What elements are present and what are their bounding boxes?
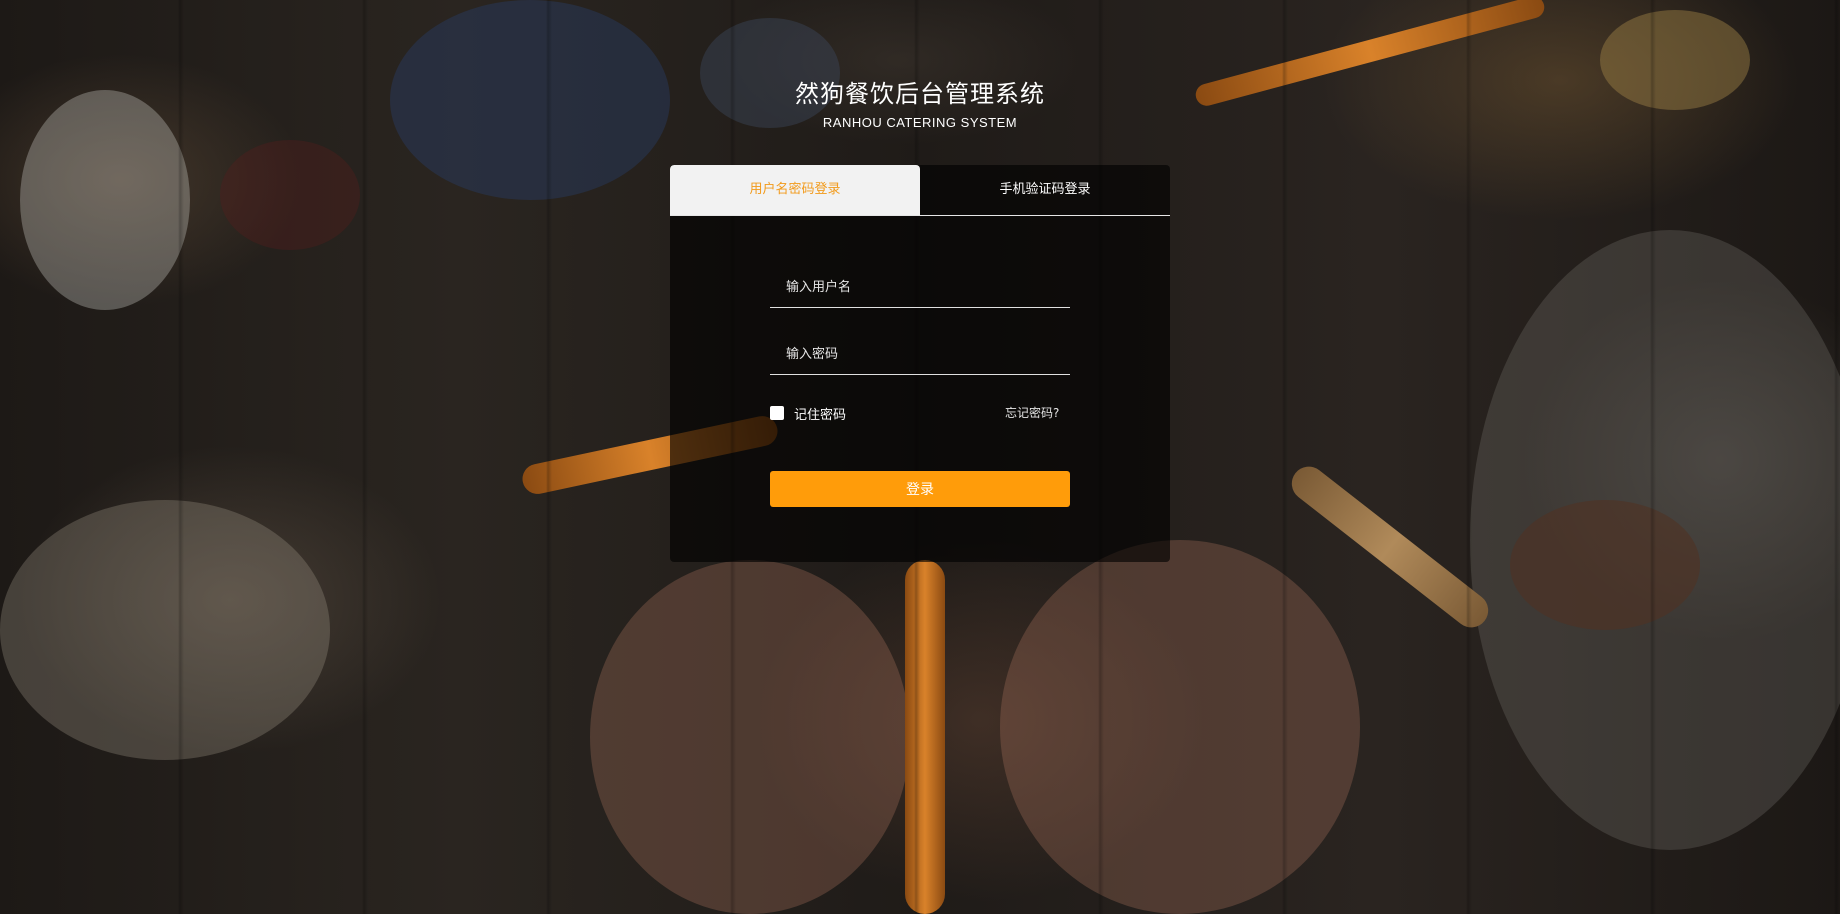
remember-label: 记住密码 — [794, 407, 847, 423]
login-panel: 用户名密码登录 手机验证码登录 记住密码 忘记密码? 登录 — [670, 165, 1170, 562]
login-button[interactable]: 登录 — [770, 471, 1070, 507]
forgot-password-link[interactable]: 忘记密码? — [1005, 404, 1059, 421]
app-title-block: 然狗餐饮后台管理系统 RANHOU CATERING SYSTEM — [0, 74, 1840, 130]
login-tabs: 用户名密码登录 手机验证码登录 — [670, 165, 1170, 216]
hand-decoration — [1000, 540, 1360, 914]
hand-decoration — [590, 560, 910, 914]
pan-decoration — [1470, 230, 1840, 850]
garlic-bowl-decoration — [0, 500, 330, 760]
app-title: 然狗餐饮后台管理系统 — [795, 80, 1045, 108]
carrot-decoration — [905, 560, 945, 914]
password-field — [770, 334, 1070, 375]
password-input[interactable] — [770, 334, 1070, 374]
username-input[interactable] — [770, 267, 1070, 307]
remember-password-row: 记住密码 — [770, 404, 847, 423]
spoon-decoration — [1510, 500, 1700, 630]
bowl-decoration — [220, 140, 360, 250]
knife-handle-decoration — [1284, 459, 1496, 635]
remember-checkbox[interactable] — [770, 406, 784, 420]
tab-sms-code[interactable]: 手机验证码登录 — [920, 165, 1170, 215]
username-field — [770, 267, 1070, 308]
tab-username-password[interactable]: 用户名密码登录 — [670, 165, 920, 215]
app-subtitle: RANHOU CATERING SYSTEM — [822, 115, 1018, 130]
